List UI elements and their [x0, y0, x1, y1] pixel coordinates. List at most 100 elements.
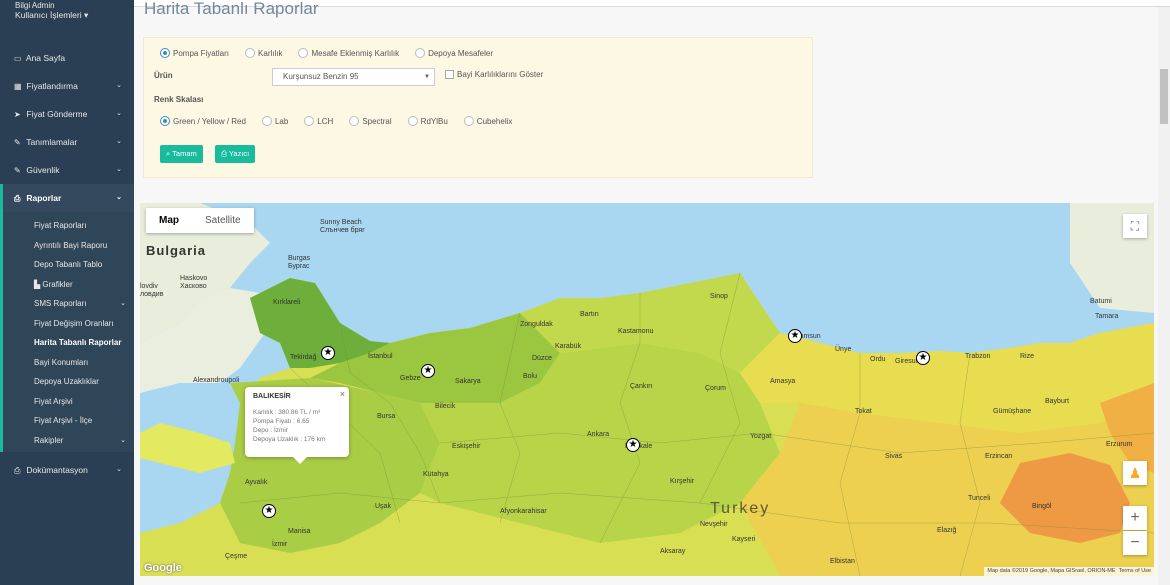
city-label: Слънчев бряг [320, 227, 365, 234]
city-label: Bingöl [1032, 503, 1052, 510]
city-label: Bursa [377, 413, 396, 420]
submenu-item-ayrintili-bayi-raporu[interactable]: Ayrıntılı Bayi Raporu [0, 236, 134, 256]
radio-unchecked-icon [349, 116, 360, 126]
info-depo: Depo : İzmir [253, 427, 289, 434]
info-window: × BALIKESİR Karlılık : 380.86 TL / m³ Po… [245, 387, 349, 464]
sidebar-item-tanimlamalar[interactable]: ✎ Tanımlamalar ⌄ [0, 128, 134, 156]
depot-marker-icon[interactable]: ★ [421, 364, 435, 378]
map-type-satellite-button[interactable]: Satellite [192, 208, 254, 233]
submenu-item-fiyat-degisim-oranlari[interactable]: Fiyat Değişim Oranları [0, 314, 134, 334]
city-label: Elazığ [937, 527, 957, 534]
zoom-in-button[interactable]: + [1123, 506, 1147, 530]
depot-marker-icon[interactable]: ★ [321, 346, 335, 360]
radio-rdylbu[interactable]: RdYlBu [407, 116, 448, 126]
radio-cubehelix[interactable]: Cubehelix [463, 116, 513, 126]
info-karlilik: Karlılık : 380.86 TL / m³ [253, 409, 321, 416]
submenu-item-depo-tabanli-tablo[interactable]: Depo Tabanlı Tablo [0, 255, 134, 275]
main-content: Harita Tabanlı Raporlar Pompa Fiyatları … [134, 0, 1158, 585]
submenu-item-harita-tabanli-raporlar[interactable]: Harita Tabanlı Raporlar [0, 333, 134, 353]
city-label: Bolu [523, 373, 538, 380]
city-label: Kırklareli [273, 299, 301, 306]
depot-marker-icon[interactable]: ★ [626, 438, 640, 452]
zoom-out-button[interactable]: − [1123, 531, 1147, 555]
fullscreen-icon[interactable]: ⛶ [1123, 214, 1147, 238]
radio-checked-icon [160, 116, 170, 126]
print-icon: ⎙ [14, 466, 21, 475]
sidebar-item-ana-sayfa[interactable]: ▭ Ana Sayfa [0, 44, 134, 72]
submenu-item-label: Rakipler [34, 435, 64, 445]
laptop-icon: ▭ [14, 54, 22, 63]
submenu-item-fiyat-arsivi[interactable]: Fiyat Arşivi [0, 392, 134, 412]
page-scrollbar[interactable] [1158, 7, 1170, 585]
city-label: Tamara [1095, 313, 1119, 320]
city-label: Düzce [532, 355, 552, 362]
radio-mesafe-eklenmis-karlilik[interactable]: Mesafe Eklenmiş Karlılık [298, 48, 399, 58]
city-label: Alexandroupoli [193, 377, 240, 384]
depot-marker-icon[interactable]: ★ [788, 329, 802, 343]
sidebar-item-fiyatlandirma[interactable]: ▦ Fiyatlandırma ⌄ [0, 72, 134, 100]
info-pompa-fiyati: Pompa Fiyatı : 6.65 [253, 418, 310, 425]
submenu-item-rakipler[interactable]: Rakipler ⌄ [0, 431, 134, 451]
submenu-item-grafikler[interactable]: ▙ Grafikler [0, 275, 134, 295]
city-label: Sunny Beach [320, 219, 362, 226]
submenu-item-fiyat-arsivi-ilce[interactable]: Fiyat Arşivi - İlçe [0, 411, 134, 431]
radio-lch[interactable]: LCH [304, 116, 333, 126]
scrollbar-thumb[interactable] [1160, 69, 1168, 124]
chevron-down-icon: ⌄ [120, 300, 126, 307]
report-type-group: Pompa Fiyatları Karlılık Mesafe Eklenmiş… [160, 48, 509, 58]
map-canvas[interactable]: Map Satellite Bulgaria Turkey Sunny Beac… [140, 203, 1154, 576]
bar-chart-icon: ▙ [34, 279, 41, 289]
city-label: Rize [1020, 353, 1035, 360]
user-menu-toggle[interactable]: Kullanıcı İşlemleri ▾ [15, 10, 134, 21]
product-label: Ürün [154, 71, 173, 80]
city-label: Elbistan [830, 558, 855, 565]
page-title: Harita Tabanlı Raporlar [144, 0, 319, 18]
submenu-item-depoya-uzakliklar[interactable]: Depoya Uzaklıklar [0, 372, 134, 392]
radio-label: Cubehelix [476, 116, 513, 126]
submenu-item-fiyat-raporlari[interactable]: Fiyat Raporları [0, 216, 134, 236]
dealer-profitability-checkbox[interactable]: Bayi Karlılıklarını Göster [445, 70, 543, 79]
city-label: Kastamonu [618, 328, 654, 335]
product-select[interactable]: Kurşunsuz Benzin 95 ▼ [272, 68, 435, 86]
sidebar-item-fiyat-gonderme[interactable]: ➤ Fiyat Gönderme ⌄ [0, 100, 134, 128]
radio-pompa-fiyatlari[interactable]: Pompa Fiyatları [160, 48, 229, 58]
sidebar-item-dokumantasyon[interactable]: ⎙ Dokümantasyon ⌄ [0, 456, 134, 484]
radio-label: Mesafe Eklenmiş Karlılık [311, 48, 400, 58]
sidebar-item-guvenlik[interactable]: ✎ Güvenlik ⌄ [0, 156, 134, 184]
map-type-map-button[interactable]: Map [146, 208, 192, 233]
filter-panel: Pompa Fiyatları Karlılık Mesafe Eklenmiş… [143, 37, 813, 178]
radio-depoya-mesafeler[interactable]: Depoya Mesafeler [415, 48, 493, 58]
city-label: Бургас [288, 263, 310, 270]
pencil-icon: ✎ [14, 166, 21, 175]
city-label: Ankara [587, 431, 610, 438]
radio-lab[interactable]: Lab [261, 116, 289, 126]
sidebar: Bilgi Admin Kullanıcı İşlemleri ▾ ▭ Ana … [0, 0, 134, 585]
submenu-item-sms-raporlari[interactable]: SMS Raporları ⌄ [0, 294, 134, 314]
depot-marker-icon[interactable]: ★ [262, 504, 276, 518]
terms-link[interactable]: Terms of Use [1119, 568, 1151, 574]
radio-label: Karlılık [258, 48, 283, 58]
send-icon: ➤ [14, 110, 21, 119]
chevron-down-icon: ⌄ [116, 466, 122, 473]
table-icon: ▦ [14, 82, 22, 91]
print-button[interactable]: ⎙ Yazıcı [215, 145, 256, 163]
chevron-down-icon: ⌄ [120, 436, 126, 444]
radio-label: Lab [274, 116, 289, 126]
submenu-item-bayi-konumlari[interactable]: Bayi Konumları [0, 353, 134, 373]
sidebar-item-raporlar[interactable]: ⎙ Raporlar ⌄ [0, 184, 134, 212]
ok-button-label: Tamam [172, 149, 197, 158]
radio-green-yellow-red[interactable]: Green / Yellow / Red [160, 116, 246, 126]
print-icon: ⎙ [14, 194, 21, 203]
radio-karlilik[interactable]: Karlılık [245, 48, 282, 58]
street-view-pegman-icon[interactable]: ♟ [1123, 461, 1147, 485]
ok-button[interactable]: ⌕ Tamam [160, 145, 203, 163]
depot-marker-icon[interactable]: ★ [916, 351, 930, 365]
city-label: Çeşme [225, 553, 248, 560]
city-label: Erzincan [985, 453, 1013, 460]
chevron-down-icon: ⌄ [116, 110, 122, 117]
radio-label: LCH [317, 116, 334, 126]
checkbox-unchecked-icon [445, 70, 454, 79]
radio-spectral[interactable]: Spectral [349, 116, 392, 126]
radio-label: Pompa Fiyatları [173, 48, 230, 58]
close-icon[interactable]: × [340, 389, 345, 399]
